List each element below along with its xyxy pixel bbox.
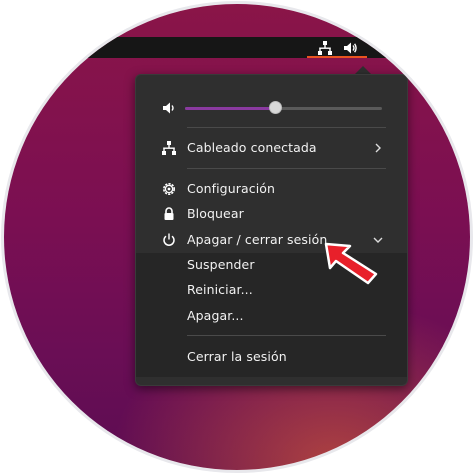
top-bar	[4, 37, 470, 58]
network-wired-icon[interactable]	[317, 40, 333, 56]
separator	[187, 335, 386, 336]
separator	[187, 168, 386, 169]
volume-slider[interactable]	[185, 107, 382, 110]
gear-icon	[163, 183, 175, 195]
separator	[187, 127, 386, 128]
system-menu: Cableado conectada Configuración Bloquea…	[135, 74, 408, 386]
power-label: Apagar / cerrar sesión	[187, 232, 328, 247]
logout-label: Cerrar la sesión	[187, 349, 287, 364]
chevron-right-icon	[375, 143, 381, 153]
active-indicator	[307, 56, 367, 58]
logout-item[interactable]: Cerrar la sesión	[136, 345, 407, 369]
lock-item[interactable]: Bloquear	[136, 202, 407, 226]
shutdown-label: Apagar...	[187, 308, 244, 323]
restart-label: Reiniciar...	[187, 282, 253, 297]
lock-icon	[164, 207, 174, 220]
network-wired-item[interactable]: Cableado conectada	[136, 136, 407, 160]
network-wired-label: Cableado conectada	[187, 140, 317, 155]
power-icon	[163, 233, 175, 246]
shutdown-item[interactable]: Apagar...	[136, 304, 407, 328]
volume-icon	[163, 102, 174, 114]
volume-icon[interactable]	[342, 40, 358, 56]
lock-label: Bloquear	[187, 206, 244, 221]
settings-label: Configuración	[187, 181, 276, 196]
suspend-label: Suspender	[187, 257, 255, 272]
volume-slider-fill	[185, 107, 276, 110]
volume-slider-handle[interactable]	[269, 101, 283, 114]
network-wired-icon	[162, 141, 176, 155]
settings-item[interactable]: Configuración	[136, 177, 407, 201]
red-arrow-pointer-icon	[324, 242, 378, 285]
screenshot-lens: Cableado conectada Configuración Bloquea…	[4, 4, 470, 470]
